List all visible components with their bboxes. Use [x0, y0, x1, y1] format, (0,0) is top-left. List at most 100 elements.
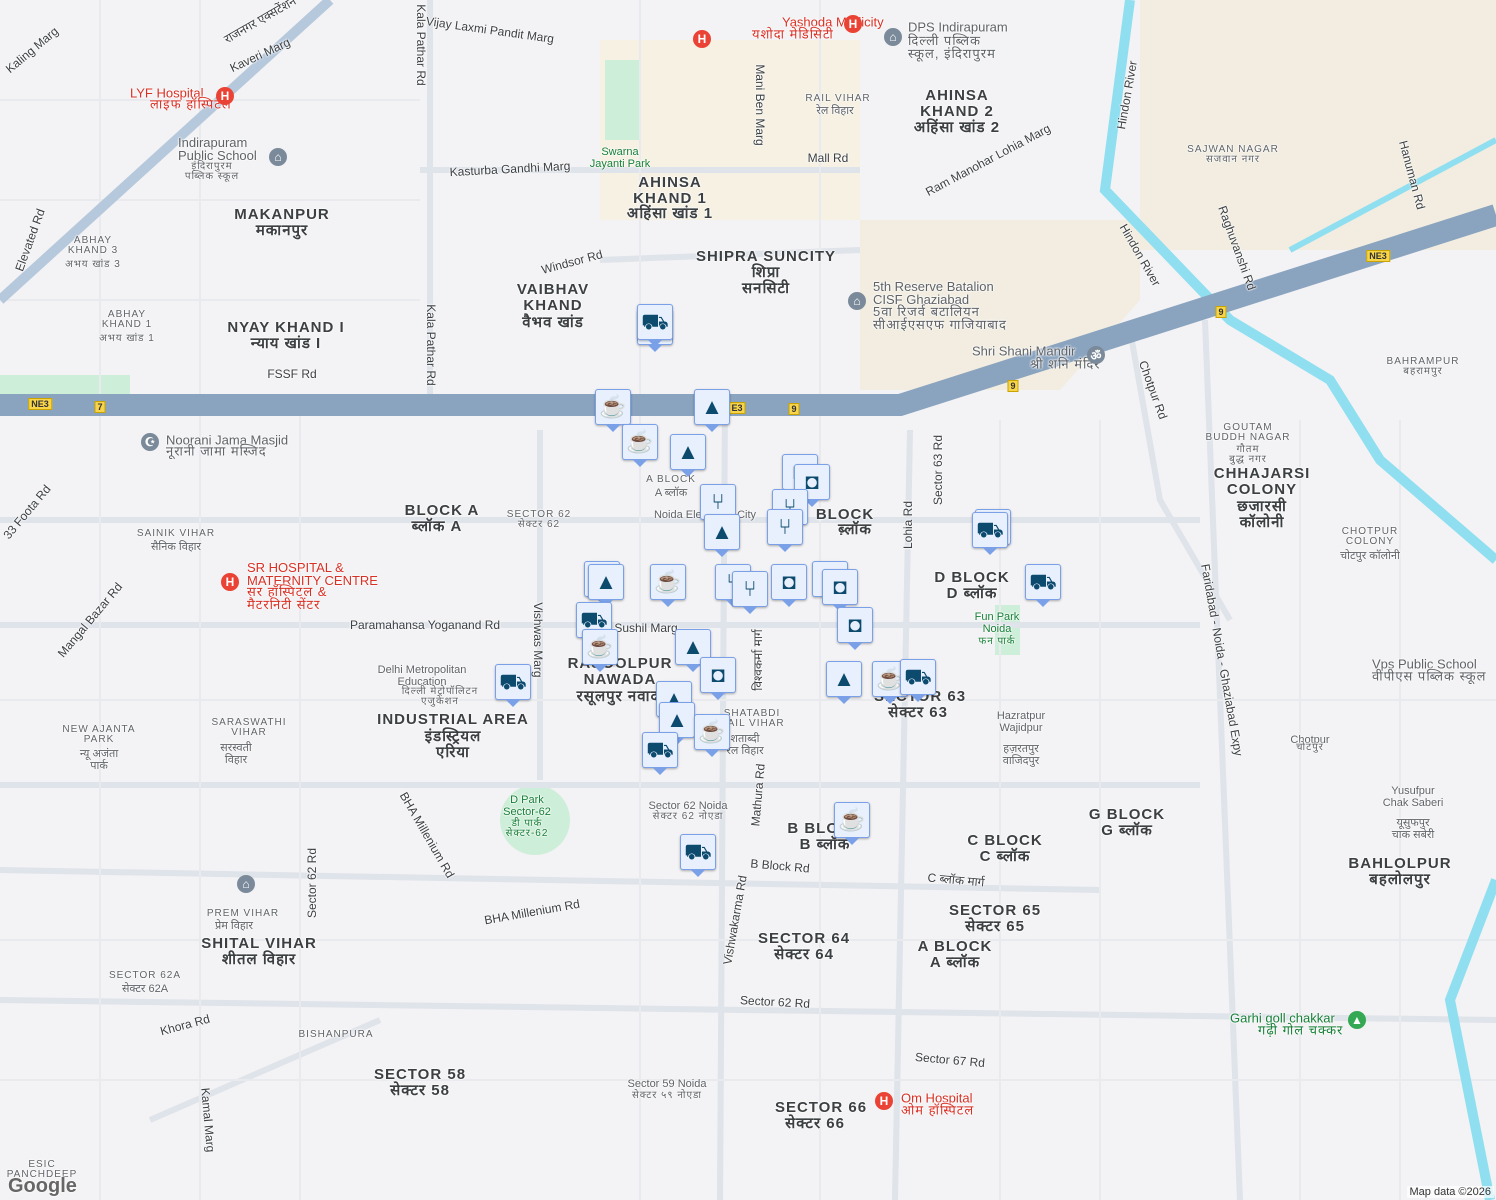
- graduation-cap-marker[interactable]: ▲: [704, 514, 740, 557]
- map-label-ahinsa2_hi: अहिंसा खांड 2: [913, 119, 1001, 136]
- map-label-metro_edu: Delhi Metropolitan Education: [377, 664, 467, 688]
- graduation-cap-icon: ▲: [666, 707, 688, 732]
- graduation-cap-icon: ▲: [595, 569, 617, 594]
- road-label-vishwakarma_hi: विश्वकर्मा मार्ग: [751, 629, 765, 691]
- graduation-cap-marker[interactable]: ▲: [588, 564, 624, 607]
- map-label-sector65: SECTOR 65: [948, 902, 1042, 919]
- map-label-yashoda_hi[interactable]: यशोदा मेडिसिटी: [752, 28, 834, 41]
- map-label-sainik_hi: सैनिक विहार: [150, 541, 202, 553]
- map-label-bahrampur_hi: बहरामपुर: [1403, 366, 1443, 377]
- map-label-makanpur_hi: मकानपुर: [255, 222, 309, 239]
- map-label-sector66_hi: सेक्टर 66: [785, 1115, 845, 1132]
- restaurant-icon: ⑂: [778, 514, 792, 539]
- coffee-marker[interactable]: ☕: [650, 564, 686, 607]
- restaurant-icon: ⑂: [711, 489, 725, 514]
- graduation-cap-marker[interactable]: ▲: [670, 434, 706, 477]
- shopping-bag-icon: ◘: [782, 569, 796, 594]
- graduation-cap-marker[interactable]: ▲: [694, 389, 730, 432]
- map-label-industrial: INDUSTRIAL AREA: [377, 711, 529, 728]
- school-pin[interactable]: ⌂: [237, 875, 255, 893]
- highway-shield-9: 9: [1215, 306, 1227, 318]
- map-label-sainik: SAINIK VIHAR: [136, 528, 216, 539]
- shopping-bag-marker[interactable]: ◘: [837, 607, 873, 650]
- sr-hospital-pin[interactable]: H: [221, 573, 239, 591]
- map-label-dps[interactable]: DPS Indirapuram: [908, 21, 1008, 34]
- map-label-chotpur_col_hi: चोटपुर कॉलोनी: [1340, 550, 1400, 562]
- shopping-bag-marker[interactable]: ◘: [822, 569, 858, 612]
- shopping-cart-marker[interactable]: ⛟: [637, 304, 673, 347]
- map-label-abhay1_hi: अभय खांड 1: [99, 333, 155, 344]
- map-label-metro_edu_hi: दिल्ली मेट्रोपॉलिटन एजुकेशन: [401, 686, 479, 707]
- restaurant-marker[interactable]: ⑂: [732, 571, 768, 614]
- map-label-yusufpur_hi: यूसुफपुर चाक सबेरी: [1391, 817, 1435, 841]
- map-label-ahinsa1: AHINSA KHAND 1: [633, 174, 707, 207]
- map-label-dps_hi[interactable]: दिल्ली पब्लिक स्कूल, इंदिरापुरम: [908, 34, 996, 60]
- dps-school-pin[interactable]: ⌂: [884, 28, 902, 46]
- map-label-ips[interactable]: Indirapuram Public School: [178, 136, 257, 162]
- graduation-cap-marker[interactable]: ▲: [826, 661, 862, 704]
- map-label-vaibhav: VAIBHAV KHAND: [516, 281, 590, 314]
- map-label-chhajarsi: CHHAJARSI COLONY: [1213, 465, 1311, 498]
- map-label-gblock: G BLOCK: [1088, 806, 1166, 823]
- shopping-bag-icon: ◘: [711, 662, 725, 687]
- map-label-cisf[interactable]: 5th Reserve Batalion CISF Ghaziabad: [873, 280, 994, 306]
- yashoda-hospital-pin[interactable]: H: [844, 15, 862, 33]
- map-label-sector62a: SECTOR 62A: [108, 970, 182, 981]
- map-label-newajanta_hi: न्यू अजंता पार्क: [79, 748, 119, 772]
- coffee-marker[interactable]: ☕: [622, 424, 658, 467]
- shopping-cart-marker[interactable]: ⛟: [495, 664, 531, 707]
- map-label-noorani_hi[interactable]: नूरानी जामा मस्जिद: [166, 445, 267, 458]
- coffee-icon: ☕: [626, 429, 654, 454]
- coffee-marker[interactable]: ☕: [694, 714, 730, 757]
- shopping-cart-marker[interactable]: ⛟: [972, 512, 1008, 555]
- mosque-pin[interactable]: ☪: [141, 433, 159, 451]
- shopping-bag-marker[interactable]: ◘: [700, 657, 736, 700]
- map-label-shatabdi_hi: शताब्दी रेल विहार: [726, 733, 764, 757]
- shopping-bag-marker[interactable]: ◘: [771, 564, 807, 607]
- map-label-cisf_hi[interactable]: 5वा रिजर्व बटालियन सीआईएसएफ गाजियाबाद: [873, 305, 1007, 331]
- map-attribution[interactable]: Map data ©2026: [1406, 1186, 1494, 1198]
- map-label-rasoolpur_hi: रसूलपुर नवादा: [576, 688, 664, 705]
- map-label-shital: SHITAL VIHAR: [201, 935, 317, 952]
- road-label-sector62rd: Sector 62 Rd: [305, 847, 319, 919]
- road-label-kalapathar: Kala Pathar Rd: [414, 4, 428, 86]
- shopping-cart-marker[interactable]: ⛟: [642, 732, 678, 775]
- graduation-cap-icon: ▲: [682, 634, 704, 659]
- shopping-cart-marker[interactable]: ⛟: [1025, 564, 1061, 607]
- coffee-marker[interactable]: ☕: [595, 389, 631, 432]
- map-label-om_hi[interactable]: ओम हॉस्पिटल: [901, 1104, 974, 1117]
- map-label-sr_hi[interactable]: सर हॉस्पिटल & मैटरनिटी सेंटर: [247, 585, 327, 611]
- map-label-s62noida_hi: सेक्टर 62 नोएडा: [652, 811, 724, 822]
- ips-school-pin[interactable]: ⌂: [269, 148, 287, 166]
- indirapuram-hospital-pin[interactable]: H: [693, 30, 711, 48]
- map-label-s59noida_hi: सेक्टर ५९ नोएडा: [632, 1090, 702, 1101]
- shopping-cart-marker[interactable]: ⛟: [900, 659, 936, 702]
- om-hospital-pin[interactable]: H: [875, 1092, 893, 1110]
- graduation-cap-icon: ▲: [677, 439, 699, 464]
- garhi-park-pin[interactable]: ▲: [1348, 1011, 1366, 1029]
- road-label-sector63rd: Sector 63 Rd: [931, 434, 945, 506]
- map-label-sajwan_hi: सजवान नगर: [1206, 154, 1260, 165]
- coffee-icon: ☕: [599, 394, 627, 419]
- coffee-marker[interactable]: ☕: [834, 802, 870, 845]
- graduation-cap-icon: ▲: [833, 666, 855, 691]
- temple-pin[interactable]: ॐ: [1087, 346, 1105, 364]
- map-label-vps_hi[interactable]: वीपीएस पब्लिक स्कूल: [1372, 670, 1486, 683]
- road-label-fssf: FSSF Rd: [267, 367, 317, 381]
- google-logo: Google: [8, 1175, 77, 1197]
- map-label-chotpur_hi: चोटपुर: [1296, 742, 1324, 753]
- coffee-marker[interactable]: ☕: [582, 629, 618, 672]
- map-label-abhay3: ABHAY KHAND 3: [67, 235, 119, 256]
- cisf-pin[interactable]: ⌂: [848, 292, 866, 310]
- map-label-garhi_hi[interactable]: गढ़ी गोल चक्कर: [1258, 1024, 1343, 1037]
- map-label-bahlolpur: BAHLOLPUR: [1348, 855, 1452, 872]
- highway-shield-7: 7: [94, 401, 106, 413]
- shopping-cart-icon: ⛟: [580, 607, 608, 632]
- map-label-premvihar_hi: प्रेम विहार: [214, 920, 254, 932]
- shopping-cart-marker[interactable]: ⛟: [680, 834, 716, 877]
- lyf-hospital-pin[interactable]: H: [216, 87, 234, 105]
- map-label-sector62_hi: सेक्टर 62: [517, 519, 561, 530]
- restaurant-marker[interactable]: ⑂: [767, 509, 803, 552]
- map-label-bishanpura: BISHANPURA: [298, 1029, 374, 1040]
- map-label-bahlolpur_hi: बहलोलपुर: [1369, 871, 1431, 888]
